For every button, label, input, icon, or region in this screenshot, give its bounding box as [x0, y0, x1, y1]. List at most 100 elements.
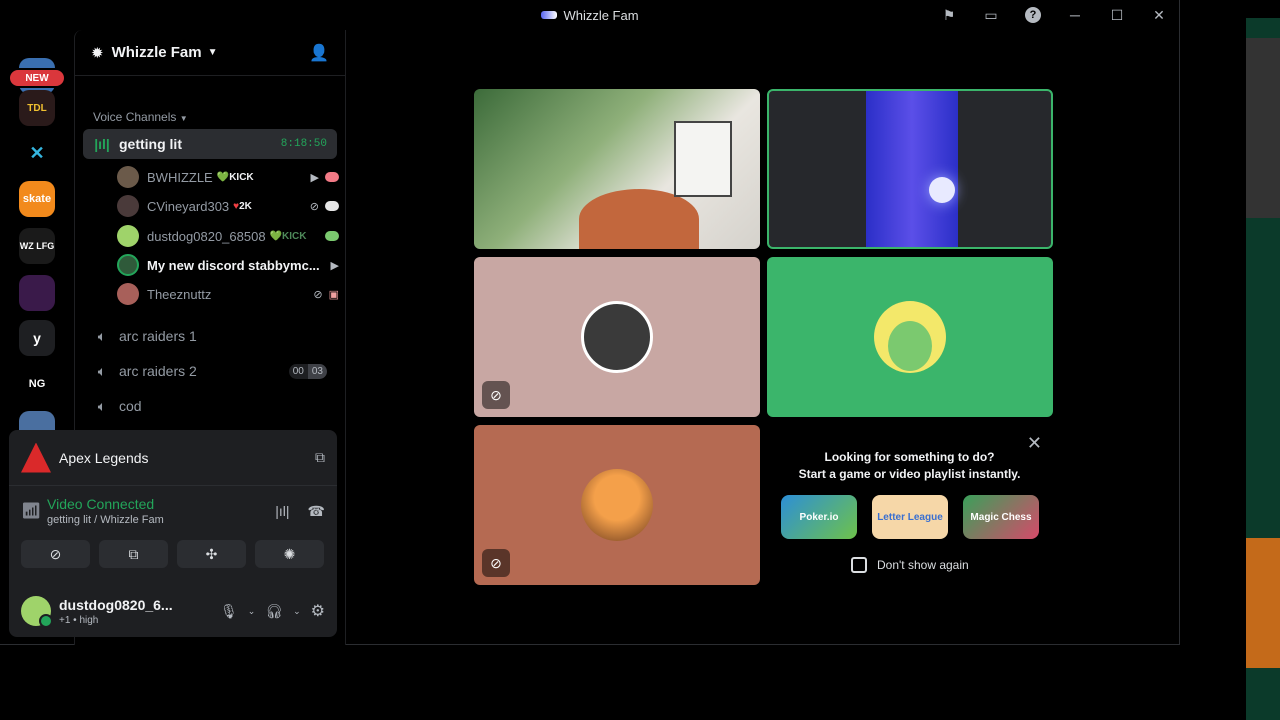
soundboard-button[interactable]: ✺: [255, 540, 324, 568]
chair-shape: [579, 189, 699, 249]
avatar: [581, 469, 653, 541]
discord-window: Whizzle Fam ⚑ ▭ ? ─ ☐ ✕ NEW TDL ✕ skate …: [0, 0, 1180, 645]
server-icon[interactable]: [19, 275, 55, 311]
game-poker[interactable]: Poker.io: [781, 495, 857, 539]
whiteboard-shape: [674, 121, 732, 197]
avatar[interactable]: [21, 596, 53, 628]
member-tag: 💚KICK: [216, 171, 254, 183]
speaker-icon: 🔈︎: [97, 397, 107, 414]
game-magic-chess[interactable]: Magic Chess: [963, 495, 1039, 539]
server-icon-y[interactable]: y: [19, 320, 55, 356]
channel-arc-raiders-2[interactable]: 🔈︎ arc raiders 2 00 03: [83, 356, 337, 386]
voice-connection: 📶︎ Video Connected getting lit / Whizzle…: [21, 496, 325, 526]
dont-show-again[interactable]: Don't show again: [851, 557, 969, 573]
avatar: [117, 283, 139, 305]
camera-toggle-button[interactable]: ⊘: [21, 540, 90, 568]
mic-muted-icon: ⊘: [482, 549, 510, 577]
chevron-down-icon: ▼: [179, 114, 188, 123]
avatar: [117, 254, 139, 276]
microphone-icon[interactable]: 🎙︎: [220, 603, 238, 620]
channel-cod[interactable]: 🔈︎ cod: [83, 391, 337, 421]
settings-gear-icon[interactable]: ⚙: [311, 601, 325, 621]
avatar: [117, 225, 139, 247]
camera-icon: ▶: [310, 171, 319, 184]
maximize-icon[interactable]: ☐: [1096, 0, 1138, 30]
camera-icon: ▶: [330, 259, 339, 272]
server-name: Whizzle Fam: [111, 44, 202, 61]
category-voice-channels[interactable]: Voice Channels ▼: [93, 110, 188, 124]
server-rail: NEW TDL ✕ skate WZ LFG y NG: [0, 30, 74, 430]
apex-legends-icon: [21, 442, 51, 473]
server-icon-wz[interactable]: WZ LFG: [19, 228, 55, 264]
server-icon-ng[interactable]: NG: [19, 366, 55, 402]
avatar: [581, 301, 653, 373]
status-pill: [325, 172, 339, 182]
new-badge: NEW: [8, 68, 66, 88]
server-icon-skate[interactable]: skate: [19, 181, 55, 217]
activity-row[interactable]: Apex Legends ⧉: [9, 430, 337, 486]
video-feed: [866, 91, 958, 247]
channel-arc-raiders-1[interactable]: 🔈︎ arc raiders 1: [83, 321, 337, 351]
voice-member[interactable]: Theeznuttz ⊘ ▣: [117, 280, 339, 308]
server-icon-tdl[interactable]: TDL: [19, 90, 55, 126]
video-tile-cvineyard[interactable]: ⊘: [474, 257, 760, 417]
headphones-icon[interactable]: 🎧︎: [265, 603, 283, 620]
video-tile-bwhizzle[interactable]: [474, 89, 760, 249]
server-header[interactable]: ✹ Whizzle Fam ▼ 👤: [75, 30, 345, 76]
light-glow: [929, 177, 955, 203]
member-tag: ♥2K: [233, 200, 252, 212]
checkbox[interactable]: [851, 557, 867, 573]
status-pill: [325, 201, 339, 211]
titlebar-controls: ⚑ ▭ ? ─ ☐ ✕: [928, 0, 1180, 30]
user-count-badge: 00 03: [288, 363, 327, 379]
gift-icon: ▣: [328, 288, 339, 301]
titlebar: Whizzle Fam ⚑ ▭ ? ─ ☐ ✕: [0, 0, 1180, 30]
window-title: Whizzle Fam: [541, 8, 639, 23]
gear-icon: ✹: [91, 44, 104, 62]
mic-muted-icon: ⊘: [309, 200, 319, 213]
background-window: [1246, 18, 1280, 720]
voice-member[interactable]: My new discord stabbymc... ▶: [117, 251, 339, 279]
video-tile-active[interactable]: [767, 89, 1053, 249]
chevron-down-icon[interactable]: ⌄: [293, 606, 301, 617]
disconnect-icon[interactable]: ☎: [308, 503, 325, 520]
voice-panel: Apex Legends ⧉ 📶︎ Video Connected gettin…: [9, 430, 337, 637]
user-area: dustdog0820_6... +1 • high 🎙︎ ⌄ 🎧︎ ⌄ ⚙: [9, 585, 337, 637]
minimize-icon[interactable]: ─: [1054, 0, 1096, 30]
server-logo-icon: [541, 11, 558, 19]
screen-share-icon[interactable]: ⧉: [315, 449, 325, 466]
flag-icon[interactable]: ⚑: [928, 0, 970, 30]
voice-member[interactable]: CVineyard303 ♥2K ⊘: [117, 192, 339, 220]
avatar: [117, 166, 139, 188]
help-icon[interactable]: ?: [1012, 0, 1054, 30]
user-status: +1 • high: [59, 614, 99, 626]
video-tile-theeznuttz[interactable]: ⊘: [474, 425, 760, 585]
video-tile-dustdog[interactable]: [767, 257, 1053, 417]
screen-share-button[interactable]: ⧉: [99, 540, 168, 568]
chevron-down-icon: ▼: [207, 47, 218, 58]
avatar: [874, 301, 946, 373]
channel-timer: 8:18:50: [280, 138, 327, 150]
speaker-icon: 🔈︎: [97, 327, 107, 344]
voice-member[interactable]: BWHIZZLE 💚KICK ▶: [117, 163, 339, 191]
add-user-icon[interactable]: 👤: [309, 43, 329, 63]
voice-active-icon: |ıl|: [94, 136, 110, 152]
chevron-down-icon[interactable]: ⌄: [248, 606, 256, 617]
mic-muted-icon: ⊘: [313, 288, 323, 301]
channel-getting-lit[interactable]: |ıl| getting lit 8:18:50: [83, 129, 337, 159]
status-pill: [325, 231, 339, 241]
game-letter-league[interactable]: Letter League: [872, 495, 948, 539]
voice-member[interactable]: dustdog0820_68508 💚KICK: [117, 222, 339, 250]
voice-controls: ⊘ ⧉ ✣ ✺: [9, 536, 337, 572]
mic-muted-icon: ⊘: [482, 381, 510, 409]
member-tag: 💚KICK: [269, 230, 307, 242]
inbox-icon[interactable]: ▭: [970, 0, 1012, 30]
server-icon-x[interactable]: ✕: [19, 135, 55, 171]
noise-suppression-icon[interactable]: |ıl|: [275, 503, 289, 520]
server-icon[interactable]: [19, 411, 55, 430]
activity-promo: ✕ Looking for something to do? Start a g…: [767, 425, 1052, 585]
signal-icon: 📶︎: [21, 503, 42, 520]
close-icon[interactable]: ✕: [1138, 0, 1180, 30]
activities-button[interactable]: ✣: [177, 540, 246, 568]
speaker-icon: 🔈︎: [97, 362, 107, 379]
